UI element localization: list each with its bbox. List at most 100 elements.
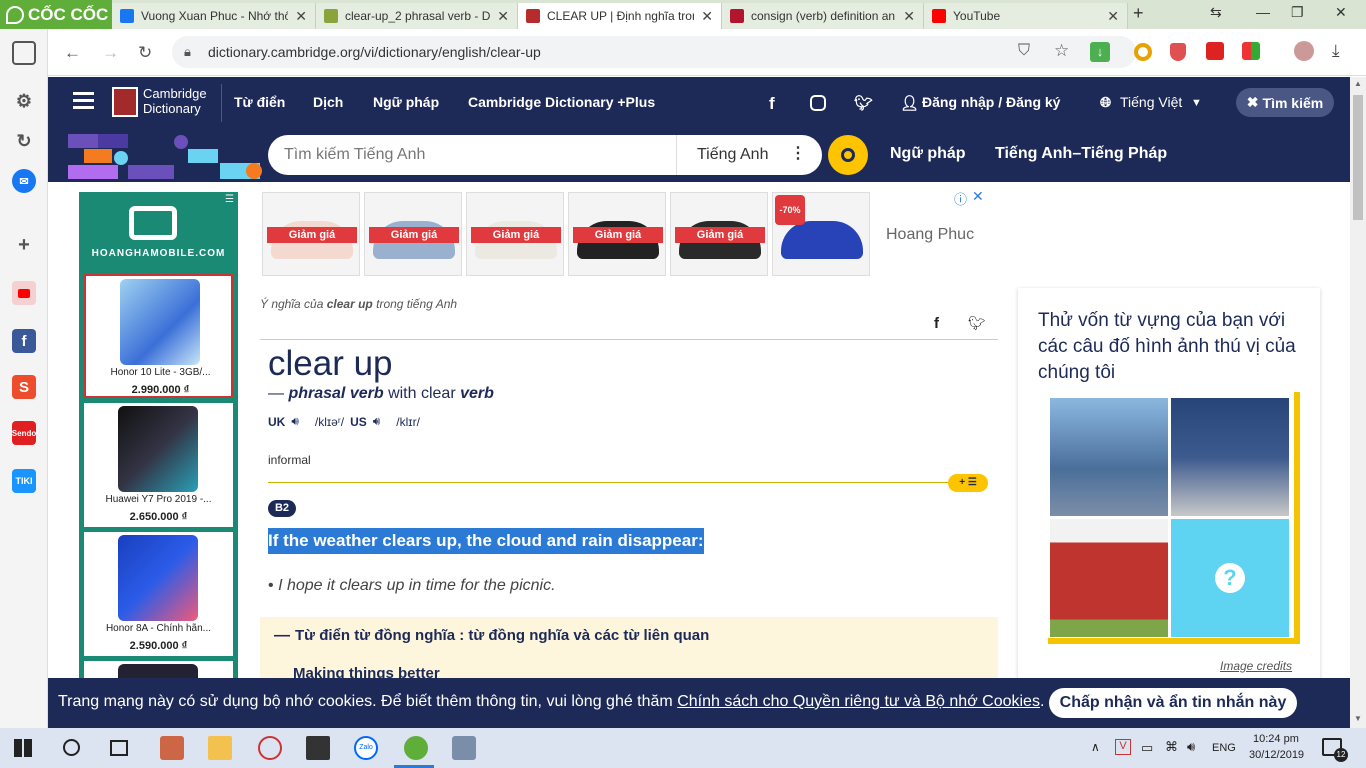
shoe-ad[interactable]: -70% [772,192,870,276]
tab-close-icon[interactable]: ✕ [1107,8,1119,25]
star-icon[interactable]: ☆ [1054,41,1069,61]
ad-menu-icon[interactable]: ☰ [225,194,234,205]
quiz-title[interactable]: Thử vốn từ vựng của bạn với các câu đố h… [1038,308,1308,386]
speaker-icon[interactable]: 🔊︎ [291,414,299,429]
restore-tabs-icon[interactable]: ⇆ [1210,4,1222,21]
tray-expand-icon[interactable]: ∧ [1091,740,1100,754]
search-input[interactable]: Tìm kiếm Tiếng Anh [268,146,676,164]
nav-dictionary[interactable]: Từ điển [234,94,285,110]
tab-youtube[interactable]: YouTube ✕ [924,3,1128,29]
battery-icon[interactable]: ▭ [1141,740,1153,756]
accept-cookies-button[interactable]: Chấp nhận và ẩn tin nhắn này [1049,688,1297,718]
input-language[interactable]: ENG [1212,742,1236,754]
tab-deviantart[interactable]: clear-up_2 phrasal verb - De ✕ [316,3,518,29]
shoe-ad[interactable]: Giảm giá [568,192,666,276]
image-credits-link[interactable]: Image credits [1220,659,1292,673]
ad-advertiser[interactable]: Hoang Phuc [886,226,974,244]
sidebar-toggle-icon[interactable] [12,41,36,65]
scroll-up-icon[interactable]: ▲ [1354,79,1362,88]
messenger-icon[interactable]: ✉ [12,169,36,193]
cortana-search-icon[interactable] [63,739,80,756]
shoe-ad[interactable]: Giảm giá [466,192,564,276]
thesaurus-subtitle[interactable]: Making things better [293,665,440,678]
add-to-list-button[interactable]: + ☰ [948,474,988,492]
site-logo[interactable]: Cambridge Dictionary [143,86,207,116]
nav-plus[interactable]: Cambridge Dictionary +Plus [468,94,655,110]
download-video-icon[interactable]: ↓ [1090,42,1110,62]
hoangha-ad[interactable]: HOANGHAMOBILE.COM ☰ Honor 10 Lite - 3GB/… [79,192,238,678]
tab-close-icon[interactable]: ✕ [903,8,915,25]
share-facebook-icon[interactable]: f [934,315,939,332]
grammar-link[interactable]: Ngữ pháp [890,145,966,163]
tiki-app-icon[interactable]: TIKI [12,469,36,493]
nav-grammar[interactable]: Ngữ pháp [373,94,439,110]
language-selector[interactable]: Tiếng Việt [1120,94,1182,110]
shoe-ad[interactable]: Giảm giá [262,192,360,276]
nav-translate[interactable]: Dịch [313,94,343,110]
product-card[interactable]: Huawei Y7 Pro 2019 -... 2.650.000 ₫ [84,403,233,527]
profile-avatar[interactable] [1294,41,1314,61]
url-field[interactable]: 🔒︎ dictionary.cambridge.org/vi/dictionar… [172,36,1136,68]
tray-app-icon[interactable]: V [1115,739,1131,755]
network-icon[interactable]: ⌘ [1165,739,1178,755]
clock-time[interactable]: 10:24 pm [1253,733,1299,745]
dictionary-select[interactable]: Tiếng Anh [677,146,768,164]
english-french-link[interactable]: Tiếng Anh–Tiếng Pháp [995,145,1167,163]
quiz-image-barn[interactable] [1050,519,1168,637]
product-card[interactable]: Honor 10 Lite - 3GB/... 2.990.000 ₫ [84,274,233,398]
reload-icon[interactable]: ↻ [138,43,152,63]
maximize-button[interactable]: ❐ [1291,4,1304,21]
extension-shield-icon[interactable] [1170,43,1186,61]
snipping-tool-icon[interactable] [258,736,282,760]
tab-close-icon[interactable]: ✕ [295,8,307,25]
sendo-app-icon[interactable]: Sendo [12,421,36,445]
minimize-button[interactable]: — [1256,4,1270,20]
paint-app-icon[interactable] [160,736,184,760]
zalo-icon[interactable]: Zalo [354,736,378,760]
add-icon[interactable]: + [12,233,36,257]
shield-icon[interactable]: ⛉ [1018,42,1030,60]
windows-start-icon[interactable] [14,739,32,757]
ad-close-icon[interactable]: ✕ [972,188,984,205]
product-card[interactable] [84,661,233,678]
back-arrow-icon[interactable]: ← [64,43,81,63]
new-tab-button[interactable]: + [1133,3,1144,24]
tab-close-icon[interactable]: ✕ [701,8,713,25]
quiz-image-skyscrapers[interactable] [1050,398,1168,516]
thesaurus-title[interactable]: Từ điển từ đồng nghĩa : từ đồng nghĩa và… [295,627,709,644]
twitter-icon[interactable]: 🐦︎ [854,94,873,112]
search-button[interactable] [828,135,868,175]
tab-cambridge[interactable]: CLEAR UP | Định nghĩa tron ✕ [518,3,722,29]
instagram-icon[interactable] [810,95,826,111]
speaker-icon[interactable]: 🔊︎ [373,414,381,429]
extension-chrome-icon[interactable] [1134,43,1152,61]
shoe-ad[interactable]: Giảm giá [364,192,462,276]
product-card[interactable]: Honor 8A - Chính hãn... 2.590.000 ₫ [84,532,233,656]
task-view-icon[interactable] [110,740,128,756]
download-icon[interactable]: ⤓ [1332,41,1340,61]
gear-icon[interactable]: ⚙ [12,89,36,113]
tab-consign[interactable]: consign (verb) definition an ✕ [722,3,924,29]
quiz-image-windmill[interactable] [1171,398,1289,516]
sticky-notes-icon[interactable] [306,736,330,760]
privacy-policy-link[interactable]: Chính sách cho Quyền riêng tư và Bộ nhớ … [677,693,1040,710]
more-options-icon[interactable]: ⋮ [790,143,806,163]
history-icon[interactable]: ↻ [12,129,36,153]
ad-info-icon[interactable]: ⓘ [954,189,967,208]
file-explorer-icon[interactable] [208,736,232,760]
volume-icon[interactable]: 🔊︎ [1187,739,1195,755]
extension-color-icon[interactable] [1242,42,1260,60]
login-link[interactable]: Đăng nhập / Đăng ký [922,94,1060,110]
youtube-app-icon[interactable] [12,281,36,305]
share-twitter-icon[interactable]: 🐦︎ [968,315,986,332]
app-taskbar-icon[interactable] [452,736,476,760]
coccoc-brand[interactable]: CỐC CỐC [0,0,112,29]
facebook-app-icon[interactable]: f [12,329,36,353]
scrollbar-thumb[interactable] [1353,95,1363,220]
collapse-icon[interactable]: — [274,627,290,645]
facebook-icon[interactable]: f [769,94,775,114]
coccoc-taskbar-icon[interactable] [404,736,428,760]
tab-facebook[interactable]: Vuong Xuan Phuc - Nhớ thô ✕ [112,3,316,29]
search-toggle-button[interactable]: ✖ Tìm kiếm [1236,88,1334,117]
extension-red-icon[interactable] [1206,42,1224,60]
